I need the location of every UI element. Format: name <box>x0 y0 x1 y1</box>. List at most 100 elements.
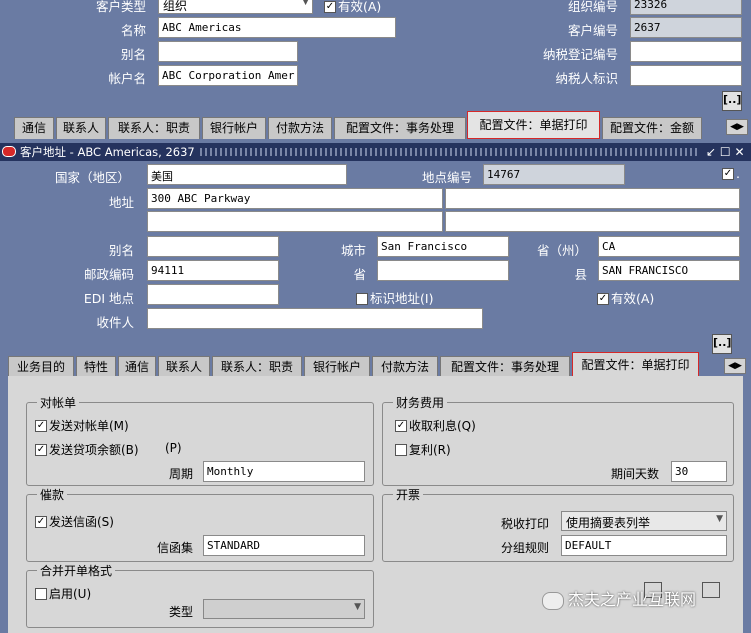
statement-group: 对帐单 ✓ 发送对帐单(M) ✓ 发送贷项余额(B) (P) 周期 Monthly <box>26 394 374 486</box>
consolidated-billing-group: 合并开单格式 启用(U) 类型 ▼ <box>26 562 374 628</box>
site-number-field[interactable]: 14767 <box>483 164 625 185</box>
tab-payment-methods[interactable]: 付款方法 <box>268 117 332 139</box>
name-field[interactable]: ABC Americas <box>158 17 396 38</box>
cycle-field[interactable]: Monthly <box>203 461 365 482</box>
checkbox-icon: ✓ <box>722 167 734 180</box>
consolidated-type-select[interactable]: ▼ <box>203 599 365 619</box>
send-letters-checkbox[interactable]: ✓ 发送信函(S) <box>35 513 114 530</box>
address-line1-field[interactable]: 300 ABC Parkway <box>147 188 443 209</box>
site-active-checkbox[interactable]: ✓. <box>722 166 740 181</box>
edi-location-field[interactable] <box>147 284 279 305</box>
postal-code-field[interactable]: 94111 <box>147 260 279 281</box>
invoicing-title: 开票 <box>393 486 424 503</box>
send-statement-checkbox[interactable]: ✓ 发送对帐单(M) <box>35 417 129 434</box>
invoicing-group: 开票 税收打印 使用摘要表列举 ▼ 分组规则 DEFAULT <box>382 486 734 562</box>
tab-addr-bank-accounts[interactable]: 银行帐户 <box>304 356 370 378</box>
tab-communication[interactable]: 通信 <box>14 117 54 139</box>
dunning-group: 催款 ✓ 发送信函(S) 信函集 STANDARD <box>26 486 374 562</box>
address-more-button[interactable]: [..] <box>712 334 732 354</box>
tab-addr-communication[interactable]: 通信 <box>118 356 156 378</box>
account-name-field[interactable]: ABC Corporation Amer <box>158 65 298 86</box>
bottom-control-box[interactable] <box>702 582 720 598</box>
window-controls-icon[interactable]: ↙ ☐ ✕ <box>706 143 745 161</box>
finance-charges-title: 财务费用 <box>393 394 448 411</box>
enable-consolidated-label: 启用(U) <box>49 587 92 601</box>
checkbox-icon: ✓ <box>395 419 407 432</box>
grouping-rule-field[interactable]: DEFAULT <box>561 535 727 556</box>
customer-number-label: 客户编号 <box>567 23 618 38</box>
tab-profile-transaction[interactable]: 配置文件：事务处理 <box>334 117 466 139</box>
state-label: 省（州） <box>536 243 587 258</box>
address-line2-field[interactable] <box>445 188 740 209</box>
alias-label: 别名 <box>120 47 146 62</box>
site-number-label: 地点编号 <box>421 170 472 185</box>
address-line4-field[interactable] <box>445 211 740 232</box>
customer-type-select[interactable]: 组织 ▼ <box>158 0 313 14</box>
address-active-checkbox[interactable]: ✓ 有效(A) <box>597 288 654 307</box>
oracle-logo-icon <box>2 146 16 157</box>
titlebar-texture <box>200 148 700 156</box>
postal-code-label: 邮政编码 <box>83 267 134 282</box>
county-field[interactable]: SAN FRANCISCO <box>598 260 740 281</box>
send-credit-balance-label: 发送贷项余额(B) <box>49 443 139 457</box>
address-window-title: 客户地址 - ABC Americas, 2637 <box>20 145 195 159</box>
dunning-title: 催款 <box>37 486 68 503</box>
province-field[interactable] <box>377 260 509 281</box>
charge-interest-checkbox[interactable]: ✓ 收取利息(Q) <box>395 417 476 434</box>
days-in-period-field[interactable]: 30 <box>671 461 727 482</box>
address-alias-label: 别名 <box>108 243 134 258</box>
tax-printing-select[interactable]: 使用摘要表列举 ▼ <box>561 511 727 531</box>
org-number-field[interactable]: 23326 <box>630 0 742 15</box>
city-field[interactable]: San Francisco <box>377 236 509 257</box>
p-label: (P) <box>165 441 182 455</box>
checkbox-icon: ✓ <box>597 292 609 305</box>
compound-interest-label: 复利(R) <box>409 443 451 457</box>
country-field[interactable]: 美国 <box>147 164 347 185</box>
tab-business-purpose[interactable]: 业务目的 <box>8 356 74 378</box>
recipient-field[interactable] <box>147 308 483 329</box>
tab-profile-document-print[interactable]: 配置文件：单据打印 <box>467 111 600 139</box>
customer-number-field[interactable]: 2637 <box>630 17 742 38</box>
consolidated-type-label: 类型 <box>168 605 193 619</box>
addr-tab-scroll-arrows-icon[interactable]: ◀▶ <box>724 358 746 374</box>
send-letters-label: 发送信函(S) <box>49 515 114 529</box>
address-alias-field[interactable] <box>147 236 279 257</box>
tax-printing-value: 使用摘要表列举 <box>566 516 651 530</box>
compound-interest-checkbox[interactable]: 复利(R) <box>395 441 451 458</box>
letter-set-label: 信函集 <box>156 541 193 555</box>
enable-consolidated-checkbox[interactable]: 启用(U) <box>35 585 91 602</box>
tab-profile-amount[interactable]: 配置文件：金额 <box>602 117 702 139</box>
tab-addr-contact-roles[interactable]: 联系人：职责 <box>212 356 302 378</box>
letter-set-field[interactable]: STANDARD <box>203 535 365 556</box>
tab-addr-profile-document-print[interactable]: 配置文件：单据打印 <box>572 352 699 378</box>
identifying-address-checkbox[interactable]: 标识地址(I) <box>356 288 433 307</box>
charge-interest-label: 收取利息(Q) <box>409 419 476 433</box>
taxpayer-id-field[interactable] <box>630 65 742 86</box>
tab-contact-roles[interactable]: 联系人：职责 <box>108 117 200 139</box>
edi-location-label: EDI 地点 <box>83 291 134 306</box>
checkbox-icon <box>356 292 368 305</box>
org-number-label: 组织编号 <box>567 0 618 14</box>
tab-addr-payment-methods[interactable]: 付款方法 <box>372 356 438 378</box>
state-field[interactable]: CA <box>598 236 740 257</box>
tab-contacts[interactable]: 联系人 <box>56 117 106 139</box>
tax-reg-field[interactable] <box>630 41 742 62</box>
tab-addr-contacts[interactable]: 联系人 <box>158 356 210 378</box>
alias-field[interactable] <box>158 41 298 62</box>
checkbox-icon: ✓ <box>35 515 47 528</box>
tab-scroll-arrows-icon[interactable]: ◀▶ <box>726 119 748 135</box>
checkbox-icon: ✓ <box>35 419 47 432</box>
send-credit-balance-checkbox[interactable]: ✓ 发送贷项余额(B) <box>35 441 139 458</box>
send-statement-label: 发送对帐单(M) <box>49 419 129 433</box>
checkbox-icon: ✓ <box>35 443 47 456</box>
checkbox-icon <box>395 443 407 456</box>
header-active-checkbox[interactable]: ✓ 有效(A) <box>324 0 381 15</box>
recipient-label: 收件人 <box>96 315 134 330</box>
address-line3-field[interactable] <box>147 211 443 232</box>
name-label: 名称 <box>120 23 146 38</box>
tab-addr-profile-transaction[interactable]: 配置文件：事务处理 <box>440 356 570 378</box>
cycle-label: 周期 <box>168 467 193 481</box>
header-more-button[interactable]: [..] <box>722 91 742 111</box>
tab-attributes[interactable]: 特性 <box>76 356 116 378</box>
tab-bank-accounts[interactable]: 银行帐户 <box>202 117 266 139</box>
